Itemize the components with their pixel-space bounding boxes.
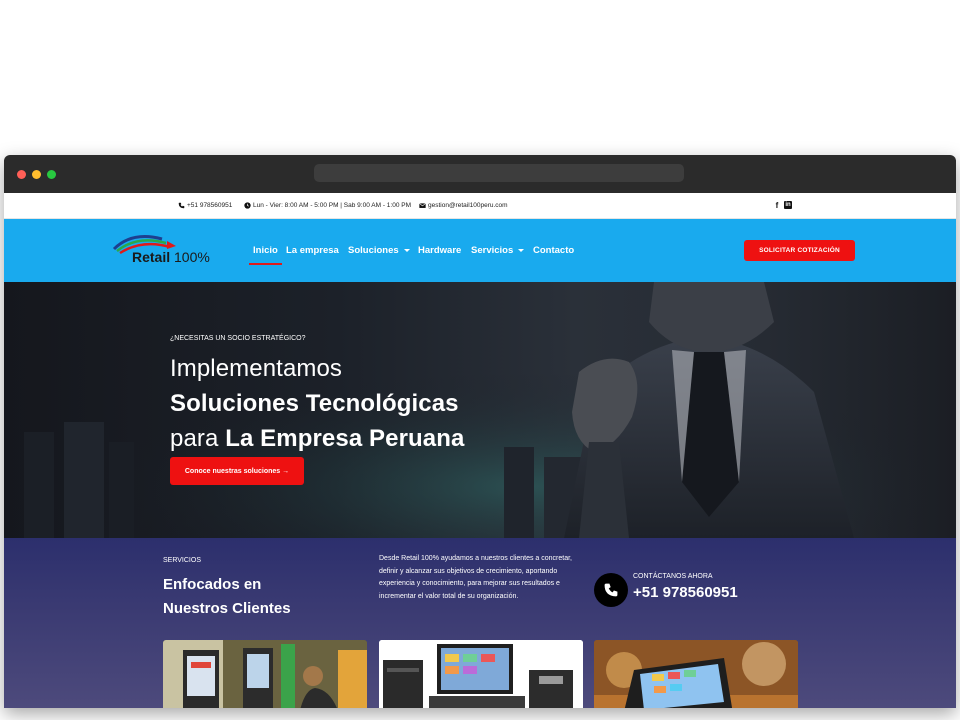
- service-card-restaurant-pos[interactable]: [594, 640, 798, 708]
- topbar-hours-text: Lun - Vier: 8:00 AM - 5:00 PM | Sab 9:00…: [253, 202, 412, 209]
- contact-phone-button[interactable]: [594, 573, 628, 607]
- nav-item-label: Hardware: [418, 245, 462, 256]
- clock-icon: [244, 202, 251, 209]
- nav-item-label: La empresa: [286, 245, 339, 256]
- page-canvas: +51 978560951 Lun - Vier: 8:00 AM - 5:00…: [0, 0, 960, 720]
- topbar-phone-text: +51 978560951: [187, 202, 233, 209]
- services-title-line-2: Nuestros Clientes: [163, 600, 291, 617]
- envelope-icon: [419, 203, 426, 208]
- service-card-pos-hardware[interactable]: [379, 640, 583, 708]
- top-info-bar: +51 978560951 Lun - Vier: 8:00 AM - 5:00…: [4, 193, 956, 219]
- logo-word: Retail: [132, 249, 171, 265]
- hero-banner: ¿NECESITAS UN SOCIO ESTRATÉGICO? Impleme…: [4, 282, 956, 538]
- self-service-kiosk-image: [163, 640, 367, 708]
- restaurant-pos-image: [594, 640, 798, 708]
- hero-heading-line-1: Implementamos: [170, 355, 343, 382]
- nav-item-label: Inicio: [253, 245, 278, 256]
- facebook-icon[interactable]: f: [772, 200, 782, 211]
- close-window-dot[interactable]: [17, 170, 26, 179]
- hero-heading-line-2: Soluciones Tecnológicas: [170, 390, 459, 417]
- address-bar[interactable]: [314, 164, 684, 182]
- topbar-email[interactable]: gestion@retail100peru.com: [419, 202, 508, 209]
- phone-icon: [178, 202, 185, 209]
- hero-heading-line-3: para La Empresa Peruana: [170, 425, 464, 453]
- services-eyebrow: SERVICIOS: [163, 557, 201, 564]
- browser-toolbar: [4, 155, 956, 193]
- topbar-email-text: gestion@retail100peru.com: [428, 202, 508, 209]
- webpage: +51 978560951 Lun - Vier: 8:00 AM - 5:00…: [4, 193, 956, 708]
- pos-terminal-image: [379, 640, 583, 708]
- chevron-down-icon: [518, 249, 525, 252]
- main-navbar: Retail 100% Inicio La empresa Soluciones…: [4, 219, 956, 282]
- nav-item-soluciones[interactable]: Soluciones: [348, 245, 410, 256]
- services-description: Desde Retail 100% ayudamos a nuestros cl…: [379, 555, 572, 600]
- nav-item-la-empresa[interactable]: La empresa: [286, 245, 339, 256]
- topbar-phone[interactable]: +51 978560951: [178, 202, 232, 209]
- linkedin-icon[interactable]: in: [784, 201, 792, 209]
- request-quote-button[interactable]: SOLICITAR COTIZACIÓN: [744, 240, 855, 261]
- contact-phone-number[interactable]: +51 978560951: [633, 584, 738, 601]
- hero-heading-line-3-regular: para: [170, 425, 226, 452]
- phone-icon: [604, 583, 618, 597]
- nav-item-servicios[interactable]: Servicios: [471, 245, 525, 256]
- hero-heading-line-3-bold: La Empresa Peruana: [225, 425, 465, 452]
- chevron-down-icon: [403, 249, 410, 252]
- logo-wordmark: Retail 100%: [132, 249, 210, 265]
- nav-item-inicio[interactable]: Inicio: [253, 245, 278, 256]
- nav-item-label: Contacto: [533, 245, 575, 256]
- hero-eyebrow: ¿NECESITAS UN SOCIO ESTRATÉGICO?: [170, 335, 306, 342]
- nav-item-label: Servicios: [471, 245, 514, 256]
- explore-solutions-button[interactable]: Conoce nuestras soluciones →: [170, 457, 304, 485]
- nav-item-label: Soluciones: [348, 245, 399, 256]
- minimize-window-dot[interactable]: [32, 170, 41, 179]
- retail100-logo[interactable]: Retail 100%: [110, 229, 228, 271]
- maximize-window-dot[interactable]: [47, 170, 56, 179]
- hero-background-image: [4, 282, 956, 538]
- nav-item-hardware[interactable]: Hardware: [418, 245, 461, 256]
- logo-percent: 100%: [174, 249, 210, 265]
- browser-window: +51 978560951 Lun - Vier: 8:00 AM - 5:00…: [4, 155, 956, 708]
- topbar-hours: Lun - Vier: 8:00 AM - 5:00 PM | Sab 9:00…: [244, 202, 411, 209]
- services-title-line-1: Enfocados en: [163, 576, 262, 593]
- active-nav-indicator: [249, 263, 282, 265]
- service-card-kiosks[interactable]: [163, 640, 367, 708]
- services-section: SERVICIOS Enfocados en Nuestros Clientes…: [4, 538, 956, 708]
- contact-label: CONTÁCTANOS AHORA: [633, 573, 713, 580]
- nav-item-contacto[interactable]: Contacto: [533, 245, 574, 256]
